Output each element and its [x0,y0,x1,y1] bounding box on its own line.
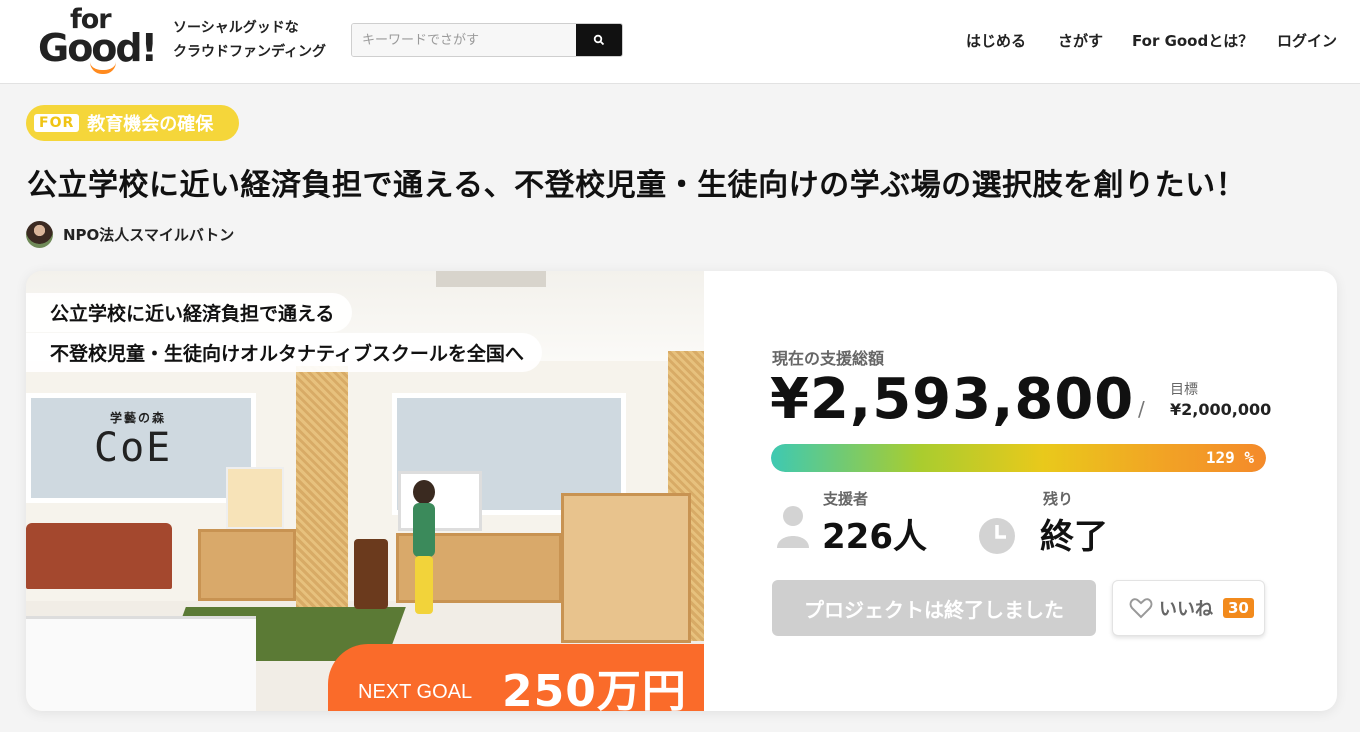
person-icon [777,506,809,548]
hero-whiteboard [398,471,482,531]
supporters-label: 支援者 [823,490,869,508]
remaining-label: 残り [1043,490,1074,508]
progress-bar-fill [771,444,1266,472]
logo-smile-mark [90,62,116,74]
progress-bar: 129 % [771,444,1266,472]
category-tag[interactable]: FOR 教育機会の確保 [26,105,239,141]
owner-avatar [26,221,53,248]
progress-percent: 129 % [1205,448,1254,467]
nav-search[interactable]: さがす [1058,30,1103,51]
project-ended-button[interactable]: プロジェクトは終了しました [772,580,1096,636]
amount-separator: / [1138,397,1145,421]
tagline-line2: クラウドファンディング [173,44,327,60]
hero-banner-line1: 公立学校に近い経済負担で通える [26,293,353,332]
hero-child-legs [415,556,433,614]
hero-pillar-left [296,366,348,616]
hero-shelf-right [561,493,691,643]
amount-value: ¥2,593,800 [770,367,1135,432]
project-owner[interactable]: NPO法人スマイルバトン [26,221,234,248]
next-goal-label: NEXT GOAL [358,681,473,703]
goal-value: ¥2,000,000 [1170,400,1272,419]
hero-table [26,616,256,711]
category-tag-label: 教育機会の確保 [87,114,214,135]
school-sign-subtitle: 学藝の森 [110,411,167,425]
nav-start[interactable]: はじめる [966,30,1026,51]
search-input[interactable] [352,24,578,56]
heart-icon [1129,598,1153,619]
school-sign-logo: CoE [94,425,173,471]
like-count: 30 [1223,598,1254,618]
nav-login[interactable]: ログイン [1277,30,1337,51]
nav-about[interactable]: For Goodとは？ [1132,30,1253,51]
hero-child-head [413,480,435,504]
like-label: いいね [1159,599,1213,620]
site-tagline: ソーシャルグッドな クラウドファンディング [173,16,326,64]
project-title: 公立学校に近い経済負担で通える、不登校児童・生徒向けの学ぶ場の選択肢を創りたい！ [27,168,1247,203]
tagline-line1: ソーシャルグッドな [173,20,299,36]
hero-wall-picture [226,467,284,529]
next-goal-value: 250万円 [502,666,687,711]
project-card: 学藝の森 CoE 公立学校に近い経済負担で通える 不登校児童・生徒向けオルタナテ… [26,271,1337,711]
search-box [351,23,623,57]
like-button[interactable]: いいね 30 [1112,580,1265,636]
category-tag-prefix: FOR [34,114,80,132]
hero-banner-line2: 不登校児童・生徒向けオルタナティブスクールを全国へ [26,333,542,372]
hero-sofa [26,523,172,589]
supporters-value: 226人 [822,517,927,557]
owner-name: NPO法人スマイルバトン [63,226,235,244]
school-sign: 学藝の森 CoE [94,409,194,479]
hero-drum [354,539,388,609]
search-button[interactable] [576,24,622,56]
amount-label: 現在の支援総額 [772,349,885,368]
clock-icon [979,518,1015,554]
site-logo[interactable]: for Good! [38,4,158,78]
search-icon [593,34,605,46]
hero-shelf-left [198,529,296,601]
remaining-value: 終了 [1040,517,1108,557]
site-header: for Good! ソーシャルグッドな クラウドファンディング はじめる さがす… [0,0,1360,84]
hero-child-body [413,503,435,557]
hero-image: 学藝の森 CoE 公立学校に近い経済負担で通える 不登校児童・生徒向けオルタナテ… [26,271,704,711]
goal-label: 目標 [1170,382,1198,398]
hero-ceiling-vent [436,271,546,287]
